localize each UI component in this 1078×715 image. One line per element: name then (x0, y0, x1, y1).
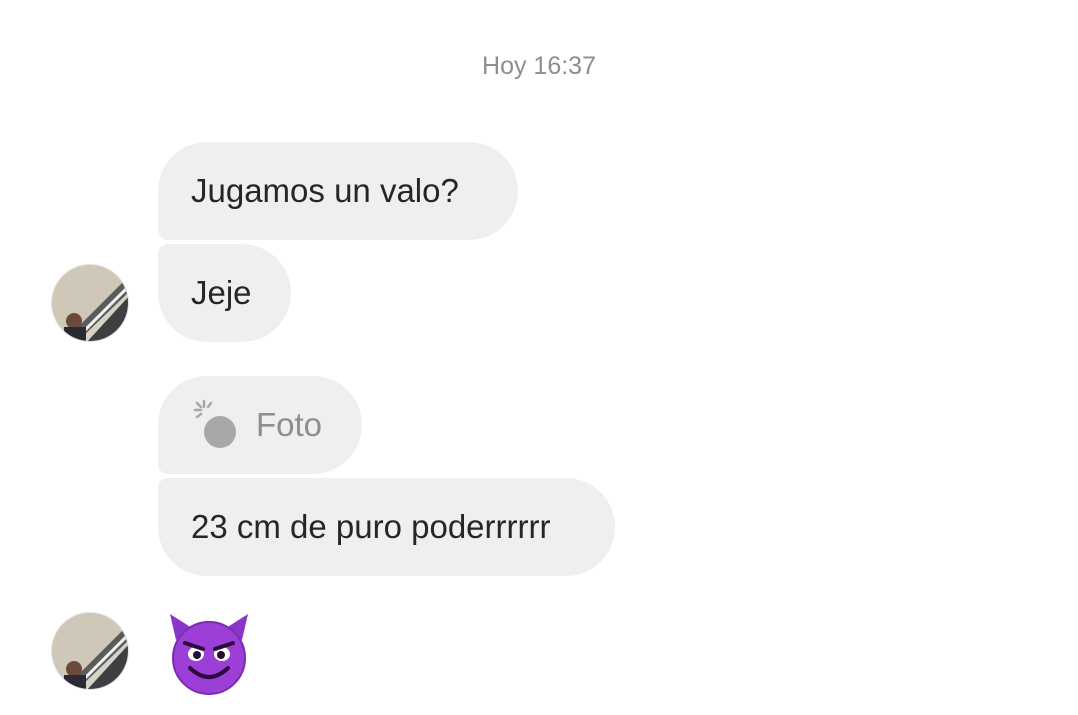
message-bubble[interactable]: Jeje (158, 244, 291, 342)
photo-message-bubble[interactable]: Foto (158, 376, 362, 474)
message-text: Jugamos un valo? (191, 172, 459, 209)
avatar[interactable] (51, 612, 129, 690)
message-text: 23 cm de puro poderrrrrr (191, 508, 551, 545)
smiling-face-with-horns-icon[interactable] (166, 610, 252, 696)
message-bubble[interactable]: Jugamos un valo? (158, 142, 518, 240)
avatar[interactable] (51, 264, 129, 342)
message-text: Jeje (191, 274, 252, 311)
message-timestamp: Hoy 16:37 (482, 52, 596, 80)
photo-label: Foto (256, 406, 323, 443)
message-bubble[interactable]: 23 cm de puro poderrrrrr (158, 478, 615, 576)
photo-sparkle-icon (192, 398, 242, 449)
